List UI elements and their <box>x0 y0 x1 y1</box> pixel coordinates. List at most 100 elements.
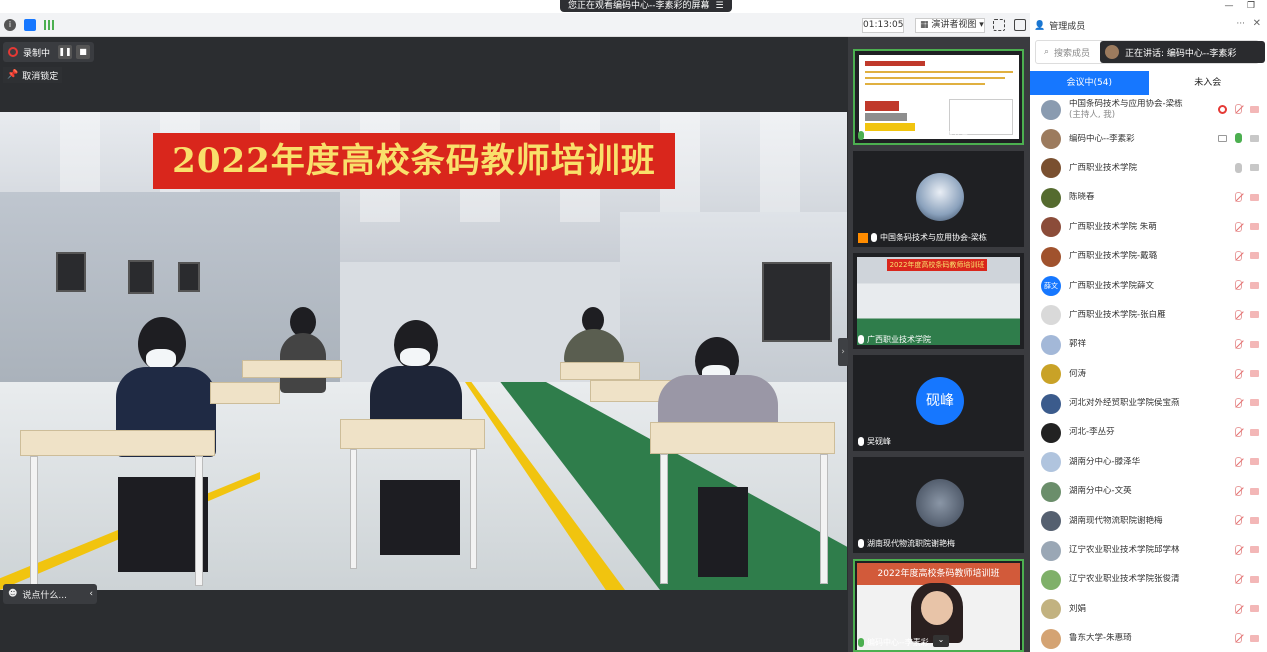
video-tile[interactable]: 编码中心--李素彩的屏幕共享 <box>853 49 1024 145</box>
camera-off-icon[interactable] <box>1250 105 1259 113</box>
camera-icon[interactable] <box>1250 164 1259 172</box>
member-avatar <box>1041 246 1061 267</box>
tab-not-joined[interactable]: 未入会 <box>1149 71 1267 95</box>
microphone-muted-icon[interactable] <box>1235 544 1242 555</box>
microphone-muted-icon[interactable] <box>1235 633 1242 644</box>
member-row[interactable]: 广西职业技术学院 朱萌 <box>1030 213 1267 242</box>
view-mode-select[interactable]: ▦ 演讲者视图 ▾ <box>915 18 985 33</box>
microphone-muted-icon[interactable] <box>1235 603 1242 614</box>
video-tile[interactable]: 中国条码技术与应用协会-梁栋 <box>853 151 1024 247</box>
member-row[interactable]: 湖南分中心-文英 <box>1030 477 1267 506</box>
restore-icon[interactable]: ❐ <box>1244 0 1258 12</box>
microphone-icon[interactable] <box>1235 162 1242 173</box>
camera-off-icon[interactable] <box>1250 546 1259 554</box>
desk-leg <box>820 454 828 584</box>
member-row[interactable]: 辽宁农业职业技术学院邱学林 <box>1030 536 1267 565</box>
microphone-muted-icon[interactable] <box>1235 456 1242 467</box>
microphone-muted-icon[interactable] <box>1235 192 1242 203</box>
member-status-icons <box>1218 133 1259 144</box>
stop-icon[interactable]: ■ <box>76 45 91 59</box>
microphone-muted-icon[interactable] <box>1235 309 1242 320</box>
recording-control[interactable]: 录制中 ❚❚ ■ <box>3 42 95 62</box>
microphone-muted-icon[interactable] <box>1235 280 1242 291</box>
fullscreen-icon[interactable] <box>993 19 1005 31</box>
camera-off-icon[interactable] <box>1250 575 1259 583</box>
member-row[interactable]: 郭祥 <box>1030 330 1267 359</box>
camera-off-icon[interactable] <box>1250 252 1259 260</box>
camera-off-icon[interactable] <box>1250 223 1259 231</box>
chevron-left-icon[interactable]: ‹ <box>89 589 93 599</box>
video-tile[interactable]: 砚峰 吴砚峰 <box>853 355 1024 451</box>
tab-in-meeting[interactable]: 会议中(54) <box>1030 71 1149 95</box>
collapse-thumbnails-handle[interactable]: › <box>838 338 848 366</box>
tile-label: 湖南现代物流职院谢艳梅 <box>858 538 955 549</box>
microphone-muted-icon[interactable] <box>1235 397 1242 408</box>
member-row[interactable]: 广西职业技术学院 <box>1030 154 1267 183</box>
member-avatar <box>1041 599 1061 620</box>
video-tile[interactable]: 2022年度高校条码教师培训班 编码中心--李素彩 ⌄ <box>853 559 1024 652</box>
camera-off-icon[interactable] <box>1250 281 1259 289</box>
camera-off-icon[interactable] <box>1250 340 1259 348</box>
member-row[interactable]: 湖南现代物流职院谢艳梅 <box>1030 506 1267 535</box>
recording-icon[interactable] <box>1218 104 1227 114</box>
video-tile[interactable]: 湖南现代物流职院谢艳梅 <box>853 457 1024 553</box>
participant-avatar <box>916 479 964 527</box>
microphone-muted-icon[interactable] <box>1235 221 1242 232</box>
member-row[interactable]: 辽宁农业职业技术学院张俊清 <box>1030 565 1267 594</box>
member-row[interactable]: 陈晓春 <box>1030 183 1267 212</box>
info-icon[interactable]: i <box>4 19 16 31</box>
microphone-muted-icon[interactable] <box>1235 574 1242 585</box>
presenter-banner: 2022年度高校条码教师培训班 <box>857 563 1020 585</box>
signal-icon[interactable] <box>44 20 56 30</box>
member-panel: 👤 管理成员 ··· ✕ ⌕ 搜索成员 正在讲话: 编码中心--李素彩 会议中(… <box>1030 13 1267 652</box>
member-row[interactable]: 薛文 广西职业技术学院薛文 <box>1030 271 1267 300</box>
camera-off-icon[interactable] <box>1250 516 1259 524</box>
member-row[interactable]: 河北-李丛芬 <box>1030 418 1267 447</box>
microphone-muted-icon[interactable] <box>1235 427 1242 438</box>
member-status-icons <box>1235 427 1259 438</box>
member-row[interactable]: 广西职业技术学院-戴璐 <box>1030 242 1267 271</box>
member-row[interactable]: 编码中心--李素彩 <box>1030 124 1267 153</box>
camera-off-icon[interactable] <box>1250 311 1259 319</box>
chat-input-bar[interactable]: ☻ 说点什么... ‹ <box>3 584 97 604</box>
camera-off-icon[interactable] <box>1250 487 1259 495</box>
camera-off-icon[interactable] <box>1250 605 1259 613</box>
close-icon[interactable]: ✕ <box>1253 18 1261 29</box>
member-row[interactable]: 湖南分中心-滕泽华 <box>1030 448 1267 477</box>
microphone-muted-icon[interactable] <box>1235 368 1242 379</box>
minimize-icon[interactable]: — <box>1222 0 1236 12</box>
camera-off-icon[interactable] <box>1250 399 1259 407</box>
screen-share-icon[interactable] <box>1218 134 1227 142</box>
video-tile[interactable]: 2022年度高校条码教师培训班 广西职业技术学院 <box>853 253 1024 349</box>
microphone-on-icon[interactable] <box>1235 133 1242 144</box>
camera-off-icon[interactable] <box>1250 458 1259 466</box>
microphone-muted-icon[interactable] <box>1235 515 1242 526</box>
shield-icon[interactable] <box>24 19 36 31</box>
microphone-muted-icon[interactable] <box>1235 486 1242 497</box>
member-status-icons <box>1235 309 1259 320</box>
camera-off-icon[interactable] <box>1250 193 1259 201</box>
microphone-muted-icon[interactable] <box>1235 339 1242 350</box>
member-avatar <box>1041 364 1061 385</box>
sidebar-toggle-icon[interactable] <box>1014 19 1026 31</box>
member-row[interactable]: 广西职业技术学院-张白雁 <box>1030 301 1267 330</box>
camera-off-icon[interactable] <box>1250 634 1259 642</box>
camera-icon[interactable] <box>1250 134 1259 142</box>
member-row[interactable]: 河北对外经贸职业学院侯宝燕 <box>1030 389 1267 418</box>
microphone-muted-icon[interactable] <box>1235 104 1242 114</box>
camera-off-icon[interactable] <box>1250 370 1259 378</box>
member-row[interactable]: 刘娟 <box>1030 595 1267 624</box>
pause-icon[interactable]: ❚❚ <box>58 45 73 59</box>
member-row[interactable]: 何涛 <box>1030 360 1267 389</box>
microphone-muted-icon[interactable] <box>1235 250 1242 261</box>
unlock-button[interactable]: 📌 取消锁定 <box>3 67 63 83</box>
chevron-down-icon[interactable]: ⌄ <box>933 635 949 647</box>
emoji-icon[interactable]: ☻ <box>8 589 17 599</box>
camera-off-icon[interactable] <box>1250 428 1259 436</box>
more-options-icon[interactable]: ··· <box>1236 19 1245 29</box>
share-menu-icon[interactable]: ☰ <box>716 0 724 12</box>
slide-preview <box>859 55 1019 139</box>
member-row[interactable]: 鲁东大学-朱惠琦 <box>1030 624 1267 652</box>
member-row[interactable]: 中国条码技术与应用协会-梁栋 (主持人, 我) <box>1030 95 1267 124</box>
screen-share-notice[interactable]: 您正在观看编码中心--李素彩的屏幕 ☰ <box>560 0 732 12</box>
